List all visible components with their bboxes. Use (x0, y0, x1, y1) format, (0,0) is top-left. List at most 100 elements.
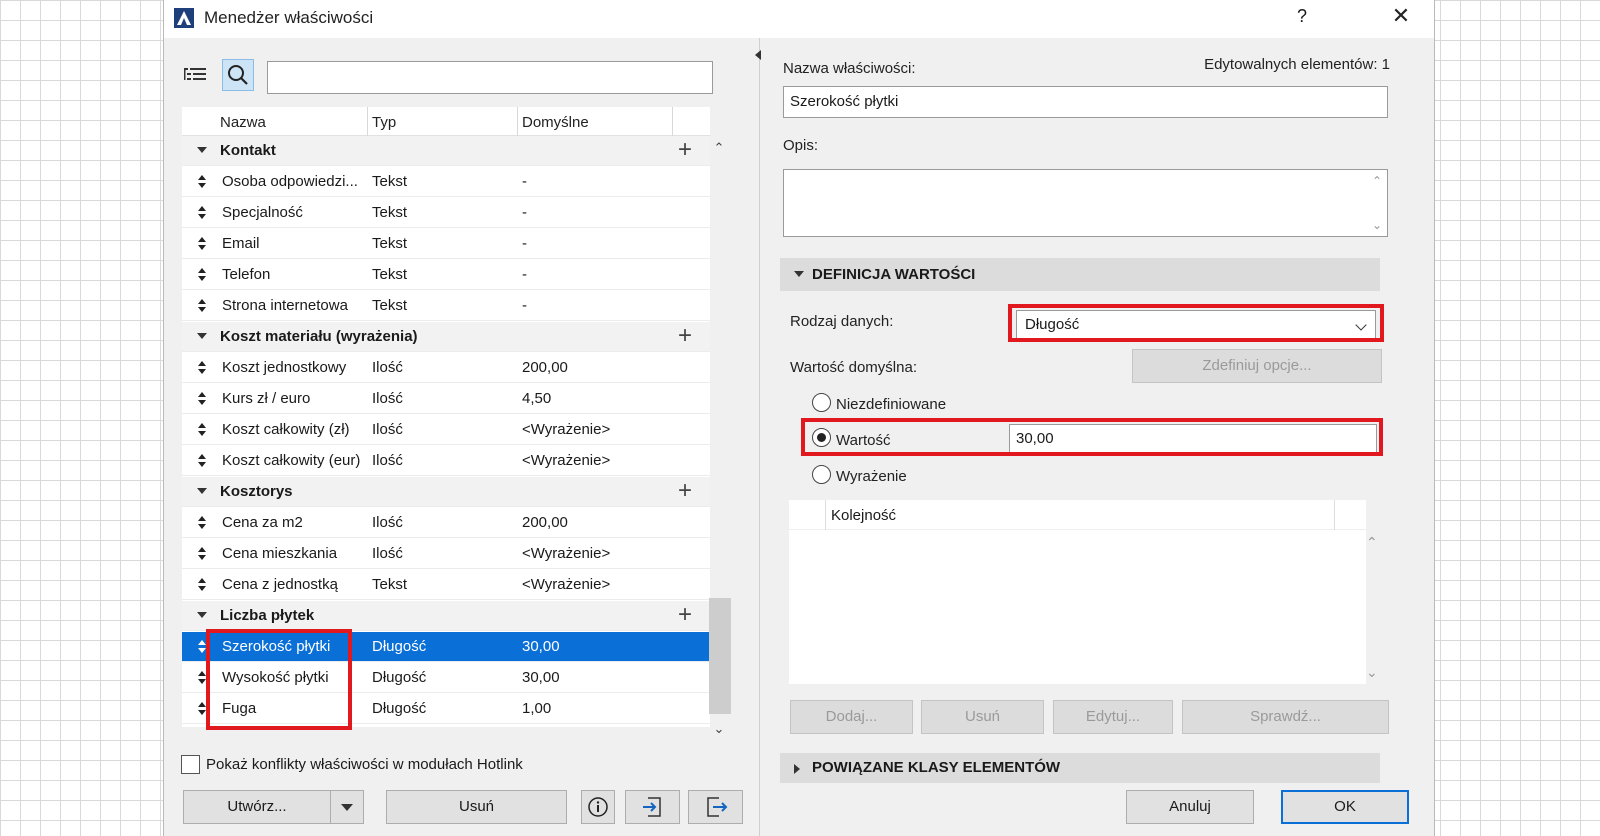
value-definition-section[interactable]: DEFINICJA WARTOŚCI (780, 258, 1380, 291)
order-list-header: Kolejność (789, 500, 1366, 530)
check-button[interactable]: Sprawdź... (1182, 700, 1389, 734)
reorder-handle-icon[interactable] (197, 670, 207, 686)
radio-expression[interactable] (812, 465, 831, 484)
scroll-up-icon[interactable]: ⌃ (712, 141, 726, 155)
edit-button[interactable]: Edytuj... (1053, 700, 1173, 734)
column-default-header[interactable]: Domyślne (522, 114, 589, 131)
export-button[interactable] (688, 790, 743, 824)
cell-name: Koszt całkowity (zł) (222, 421, 350, 438)
data-type-select[interactable]: Długość (1016, 310, 1376, 340)
cancel-button[interactable]: Anuluj (1126, 790, 1254, 824)
reorder-handle-icon[interactable] (197, 515, 207, 531)
column-name-header[interactable]: Nazwa (220, 114, 266, 131)
create-button[interactable]: Utwórz... (183, 790, 331, 824)
reorder-handle-icon[interactable] (197, 701, 207, 717)
cell-name: Cena za m2 (222, 514, 303, 531)
panel-divider (759, 38, 760, 836)
table-row[interactable]: Koszt całkowity (eur) Ilość <Wyrażenie> (182, 446, 710, 476)
radio-value[interactable] (812, 428, 831, 447)
add-property-icon[interactable]: + (678, 322, 692, 350)
reorder-handle-icon[interactable] (197, 267, 207, 283)
table-row[interactable]: Szerokość płytki Długość 30,00 (182, 632, 710, 662)
add-button[interactable]: Dodaj... (790, 700, 913, 734)
reorder-handle-icon[interactable] (197, 298, 207, 314)
search-input[interactable] (267, 61, 713, 94)
ok-button[interactable]: OK (1281, 790, 1409, 824)
scroll-up-icon[interactable]: ⌃ (1372, 174, 1382, 188)
table-row[interactable]: Osoba odpowiedzi... Tekst - (182, 167, 710, 197)
table-row[interactable]: Koszt jednostkowy Ilość 200,00 (182, 353, 710, 383)
cell-name: Kurs zł / euro (222, 390, 311, 407)
description-label: Opis: (783, 137, 819, 154)
collapse-triangle-icon[interactable] (197, 612, 207, 618)
collapse-triangle-icon[interactable] (197, 147, 207, 153)
cell-name: Email (222, 235, 260, 252)
reorder-handle-icon[interactable] (197, 236, 207, 252)
reorder-handle-icon[interactable] (197, 174, 207, 190)
collapse-triangle-icon[interactable] (197, 333, 207, 339)
add-property-icon[interactable]: + (678, 136, 692, 164)
add-property-icon[interactable]: + (678, 601, 692, 629)
reorder-handle-icon[interactable] (197, 391, 207, 407)
reorder-handle-icon[interactable] (197, 546, 207, 562)
create-dropdown-button[interactable] (330, 790, 364, 824)
scroll-down-icon[interactable]: ⌄ (1366, 664, 1378, 681)
list-view-button[interactable] (179, 58, 213, 92)
cell-default: - (522, 235, 527, 252)
table-header: Nazwa Typ Domyślne (182, 107, 710, 136)
group-name: Koszt materiału (wyrażenia) (220, 328, 418, 345)
reorder-handle-icon[interactable] (197, 360, 207, 376)
table-row[interactable]: Wysokość płytki Długość 30,00 (182, 663, 710, 693)
editable-elements-count: Edytowalnych elementów: 1 (1204, 56, 1390, 73)
group-row[interactable]: Koszt materiału (wyrażenia) + (182, 322, 710, 352)
cell-default: - (522, 297, 527, 314)
column-type-header[interactable]: Typ (372, 114, 396, 131)
table-row[interactable]: Specjalność Tekst - (182, 198, 710, 228)
reorder-handle-icon[interactable] (197, 422, 207, 438)
group-row[interactable]: Kontakt + (182, 136, 710, 166)
scroll-up-icon[interactable]: ⌃ (1366, 534, 1378, 551)
table-row[interactable]: Strona internetowa Tekst - (182, 291, 710, 321)
table-row[interactable]: Cena za m2 Ilość 200,00 (182, 508, 710, 538)
table-row[interactable]: Cena z jednostką Tekst <Wyrażenie> (182, 570, 710, 600)
collapse-panel-icon[interactable] (755, 50, 761, 60)
reorder-handle-icon[interactable] (197, 639, 207, 655)
table-row[interactable]: Koszt całkowity (zł) Ilość <Wyrażenie> (182, 415, 710, 445)
cell-type: Ilość (372, 545, 403, 562)
order-column-header[interactable]: Kolejność (831, 507, 896, 524)
reorder-handle-icon[interactable] (197, 453, 207, 469)
table-row[interactable]: Kurs zł / euro Ilość 4,50 (182, 384, 710, 414)
table-row[interactable]: Telefon Tekst - (182, 260, 710, 290)
cell-type: Tekst (372, 576, 408, 593)
group-name: Kontakt (220, 142, 276, 159)
expand-triangle-icon (794, 764, 800, 774)
table-row[interactable]: Fuga Długość 1,00 (182, 694, 710, 724)
search-toggle-button[interactable] (222, 59, 254, 91)
add-property-icon[interactable]: + (678, 477, 692, 505)
scroll-down-icon[interactable]: ⌄ (712, 722, 726, 736)
table-row[interactable]: Cena mieszkania Ilość <Wyrażenie> (182, 539, 710, 569)
info-button[interactable] (581, 790, 615, 824)
property-name-input[interactable]: Szerokość płytki (783, 86, 1388, 118)
define-options-button[interactable]: Zdefiniuj opcje... (1132, 349, 1382, 383)
import-button[interactable] (625, 790, 680, 824)
scrollbar-thumb[interactable] (709, 598, 731, 714)
default-value-input[interactable]: 30,00 (1009, 424, 1377, 454)
description-textarea[interactable]: ⌃ ⌄ (783, 169, 1388, 237)
group-row[interactable]: Kosztorys + (182, 477, 710, 507)
search-icon (228, 65, 248, 85)
table-row[interactable]: Email Tekst - (182, 229, 710, 259)
related-classes-section[interactable]: POWIĄZANE KLASY ELEMENTÓW (780, 753, 1380, 783)
hotlink-conflicts-checkbox[interactable] (181, 755, 200, 774)
group-row[interactable]: Liczba płytek + (182, 601, 710, 631)
radio-undefined[interactable] (812, 393, 831, 412)
remove-button[interactable]: Usuń (921, 700, 1044, 734)
delete-property-button[interactable]: Usuń (386, 790, 567, 824)
scroll-down-icon[interactable]: ⌄ (1372, 218, 1382, 232)
reorder-handle-icon[interactable] (197, 205, 207, 221)
cell-default: - (522, 173, 527, 190)
reorder-handle-icon[interactable] (197, 577, 207, 593)
cell-type: Ilość (372, 390, 403, 407)
collapse-triangle-icon[interactable] (197, 488, 207, 494)
cell-default: 200,00 (522, 359, 568, 376)
